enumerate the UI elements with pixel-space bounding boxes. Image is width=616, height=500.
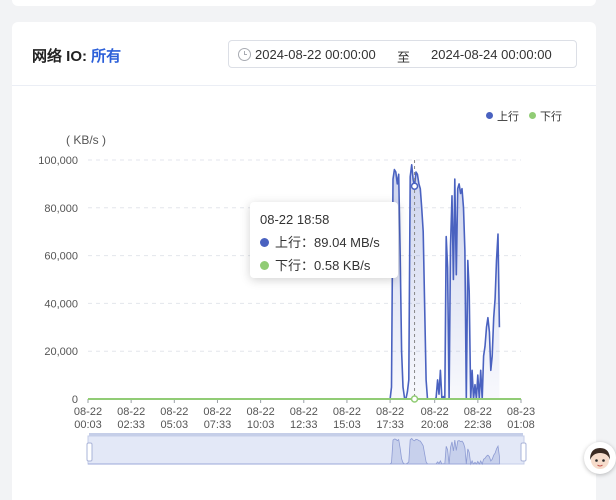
x-tick-label-time: 22:38	[464, 419, 492, 431]
x-tick-label-time: 07:33	[204, 419, 232, 431]
x-tick-label-time: 15:03	[333, 419, 361, 431]
x-tick-label-date: 08-22	[247, 406, 275, 418]
y-tick-label: 80,000	[44, 203, 78, 215]
x-tick-label-date: 08-22	[74, 406, 102, 418]
x-tick-label-time: 20:08	[421, 419, 449, 431]
tooltip-row-upload: 上行：89.04 MB/s	[260, 232, 388, 251]
x-tick-label-date: 08-23	[507, 406, 535, 418]
upload-series-area	[88, 164, 500, 399]
x-tick-label-time: 05:03	[161, 419, 189, 431]
tooltip-download-label: 下行：	[275, 258, 315, 273]
chart-tooltip: 08-22 18:58 上行：89.04 MB/s 下行：0.58 KB/s	[250, 202, 398, 278]
zoom-handle-right[interactable]	[520, 442, 527, 462]
x-tick-label-date: 08-22	[203, 406, 231, 418]
x-tick-label-time: 17:33	[376, 419, 404, 431]
tooltip-time: 08-22 18:58	[260, 212, 330, 227]
x-tick-label-date: 08-22	[421, 406, 449, 418]
y-tick-label: 20,000	[44, 346, 78, 358]
x-tick-label-date: 08-22	[376, 406, 404, 418]
tooltip-upload-value: 89.04 MB/s	[314, 235, 380, 250]
x-tick-label-date: 08-22	[464, 406, 492, 418]
y-tick-label: 100,000	[38, 155, 78, 167]
y-tick-label: 0	[72, 394, 78, 406]
zoom-handle-left[interactable]	[86, 442, 93, 462]
x-tick-label-date: 08-22	[117, 406, 145, 418]
zoom-slider-top-bar[interactable]	[89, 433, 523, 436]
tooltip-row-download: 下行：0.58 KB/s	[260, 255, 388, 274]
y-tick-label: 60,000	[44, 251, 78, 263]
x-tick-label-date: 08-22	[290, 406, 318, 418]
x-tick-label-date: 08-22	[333, 406, 361, 418]
upload-series-line[interactable]	[88, 164, 501, 400]
tooltip-download-value: 0.58 KB/s	[314, 258, 371, 273]
tooltip-upload-label: 上行：	[275, 235, 315, 250]
upload-hover-point	[410, 182, 419, 190]
x-tick-label-time: 01:08	[507, 419, 535, 431]
y-tick-label: 40,000	[44, 298, 78, 310]
download-hover-point	[410, 395, 419, 403]
tooltip-download-dot	[260, 261, 269, 270]
x-tick-label-time: 00:03	[74, 419, 102, 431]
x-tick-label-time: 12:33	[290, 419, 318, 431]
assistant-avatar[interactable]	[584, 442, 616, 474]
avatar-face-icon	[590, 448, 610, 469]
x-tick-label-time: 02:33	[117, 419, 145, 431]
x-tick-label-time: 10:03	[247, 419, 275, 431]
x-tick-label-date: 08-22	[160, 406, 188, 418]
tooltip-upload-dot	[260, 238, 269, 247]
